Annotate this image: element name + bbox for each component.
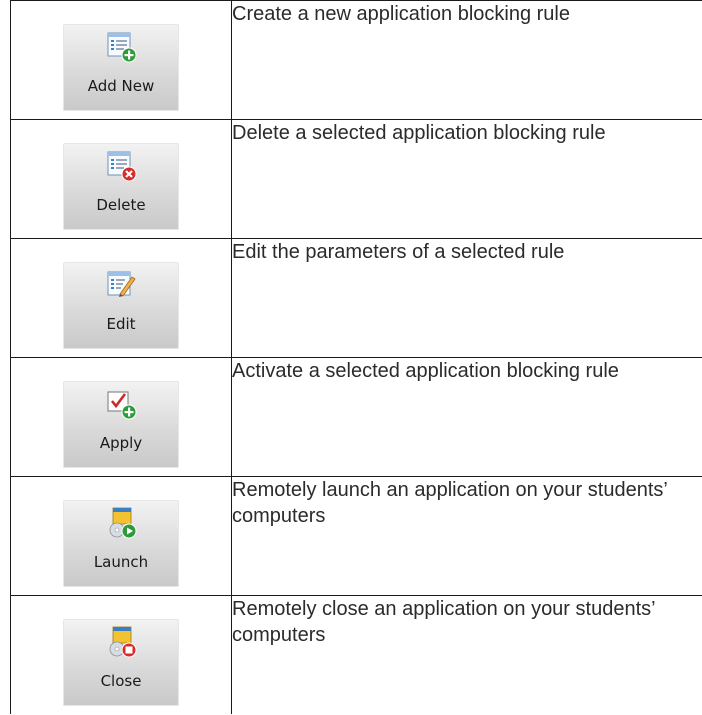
delete-button-label: Delete (96, 196, 146, 214)
app-launch-icon (109, 507, 137, 539)
apply-button-label: Apply (99, 434, 143, 452)
list-add-icon (107, 32, 137, 63)
close-description: Remotely close an application on your st… (232, 598, 655, 646)
description-cell: Activate a selected application blocking… (231, 357, 702, 477)
button-cell: Close (10, 595, 232, 714)
apply-button[interactable]: Apply (63, 381, 179, 468)
button-cell: Edit (10, 238, 232, 358)
checkbox-apply-icon (107, 391, 137, 420)
add-new-description: Create a new application blocking rule (232, 3, 570, 25)
description-cell: Delete a selected application blocking r… (231, 119, 702, 239)
button-cell: Delete (10, 119, 232, 239)
close-button-label: Close (100, 672, 142, 690)
add-new-button[interactable]: Add New (63, 24, 179, 111)
list-delete-icon (107, 151, 137, 182)
table-row: Delete Delete a selected application blo… (10, 119, 702, 239)
delete-button[interactable]: Delete (63, 143, 179, 230)
table-row: Edit Edit the parameters of a selected r… (10, 238, 702, 358)
apply-description: Activate a selected application blocking… (232, 360, 619, 382)
edit-description: Edit the parameters of a selected rule (232, 241, 565, 263)
launch-button-label: Launch (93, 553, 149, 571)
table-row: Add New Create a new application blockin… (10, 0, 702, 120)
description-cell: Create a new application blocking rule (231, 0, 702, 120)
description-cell: Remotely close an application on your st… (231, 595, 702, 714)
app-close-icon (109, 626, 137, 658)
launch-description: Remotely launch an application on your s… (232, 479, 668, 527)
edit-button-label: Edit (106, 315, 136, 333)
launch-button[interactable]: Launch (63, 500, 179, 587)
button-cell: Launch (10, 476, 232, 596)
description-cell: Edit the parameters of a selected rule (231, 238, 702, 358)
list-edit-icon (107, 271, 136, 297)
table-row: Apply Activate a selected application bl… (10, 357, 702, 477)
button-cell: Add New (10, 0, 232, 120)
button-cell: Apply (10, 357, 232, 477)
add-new-button-label: Add New (87, 77, 155, 95)
table-row: Launch Remotely launch an application on… (10, 476, 702, 596)
close-button[interactable]: Close (63, 619, 179, 706)
table-row: Close Remotely close an application on y… (10, 595, 702, 714)
description-cell: Remotely launch an application on your s… (231, 476, 702, 596)
edit-button[interactable]: Edit (63, 262, 179, 349)
application-blocking-toolbar-table: Add New Create a new application blockin… (10, 0, 702, 714)
delete-description: Delete a selected application blocking r… (232, 122, 606, 144)
